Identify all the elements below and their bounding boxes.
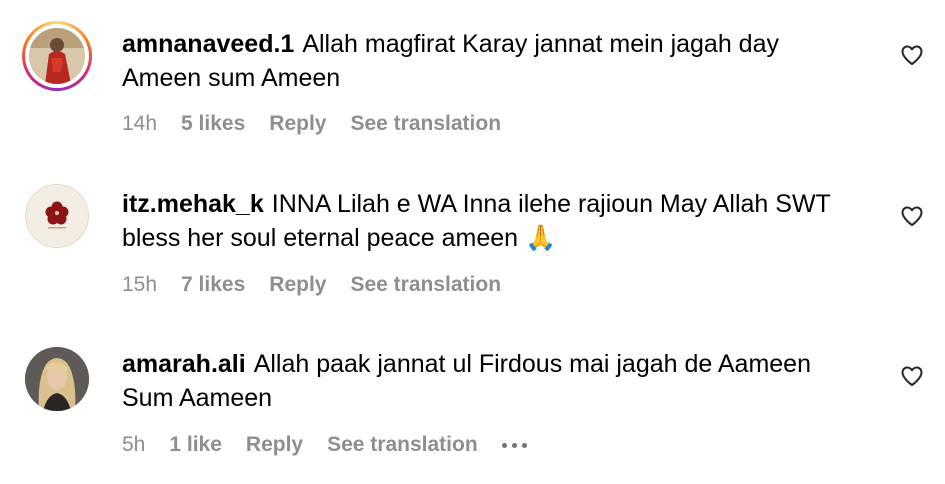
- more-options-icon[interactable]: [501, 442, 527, 448]
- heart-icon[interactable]: [900, 364, 924, 388]
- avatar[interactable]: [25, 184, 89, 248]
- reply-button[interactable]: Reply: [269, 273, 326, 297]
- likes-count[interactable]: 7 likes: [181, 273, 245, 297]
- comment-username[interactable]: amnanaveed.1: [122, 30, 294, 58]
- comment-item: amnanaveed.1 Allah magfirat Karay jannat …: [0, 0, 945, 160]
- comment-time: 15h: [122, 273, 158, 296]
- see-translation-button[interactable]: See translation: [327, 433, 478, 457]
- reply-button[interactable]: Reply: [269, 112, 326, 136]
- likes-count[interactable]: 5 likes: [181, 112, 245, 136]
- flower-logo-icon: [25, 184, 89, 248]
- comment-username[interactable]: itz.mehak_k: [122, 190, 264, 218]
- heart-icon[interactable]: [900, 43, 924, 67]
- profile-photo: [29, 28, 85, 84]
- comment-username[interactable]: amarah.ali: [122, 350, 246, 378]
- comment-time: 14h: [122, 112, 158, 135]
- reply-button[interactable]: Reply: [246, 433, 303, 457]
- see-translation-button[interactable]: See translation: [350, 112, 501, 136]
- comment-item: itz.mehak_k INNA Lilah e WA Inna ilehe ra…: [0, 160, 945, 320]
- avatar[interactable]: [22, 21, 92, 91]
- see-translation-button[interactable]: See translation: [350, 273, 501, 297]
- comment-item: amarah.ali Allah paak jannat ul Firdous m…: [0, 320, 945, 484]
- profile-photo: [25, 347, 89, 411]
- likes-count[interactable]: 1 like: [169, 433, 222, 457]
- comment-time: 5h: [122, 433, 146, 456]
- heart-icon[interactable]: [900, 204, 924, 228]
- avatar[interactable]: [25, 347, 89, 411]
